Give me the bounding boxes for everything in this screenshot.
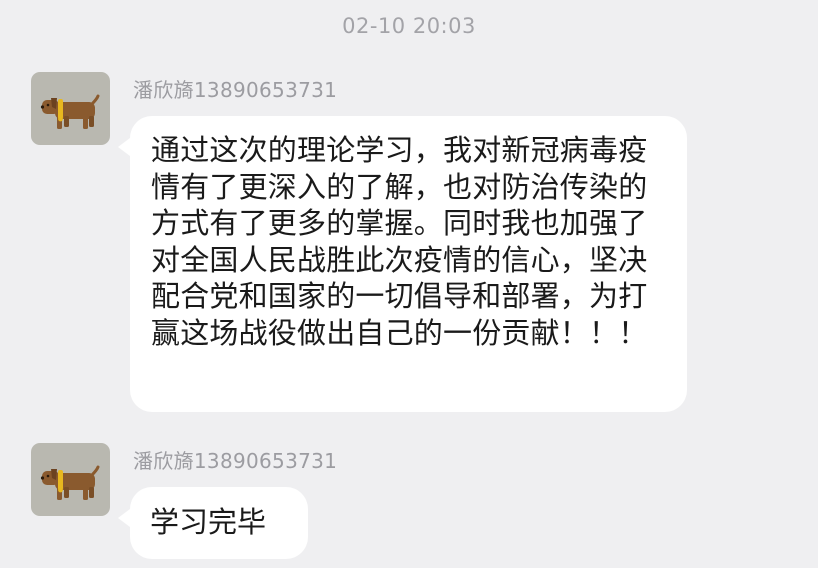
bubble-tail [118,138,130,156]
sender-avatar[interactable] [31,443,110,516]
bubble-tail [118,509,130,527]
message-bubble[interactable]: 学习完毕 [130,487,308,559]
dog-avatar-icon [40,465,100,500]
sender-avatar[interactable] [31,72,110,145]
message-timestamp: 02-10 20:03 [342,14,476,38]
sender-name: 潘欣旖13890653731 [133,78,338,102]
sender-name: 潘欣旖13890653731 [133,449,338,473]
message-bubble[interactable]: 通过这次的理论学习，我对新冠病毒疫情有了更深入的了解，也对防治传染的方式有了更多… [130,116,687,412]
dog-avatar-icon [40,94,100,129]
